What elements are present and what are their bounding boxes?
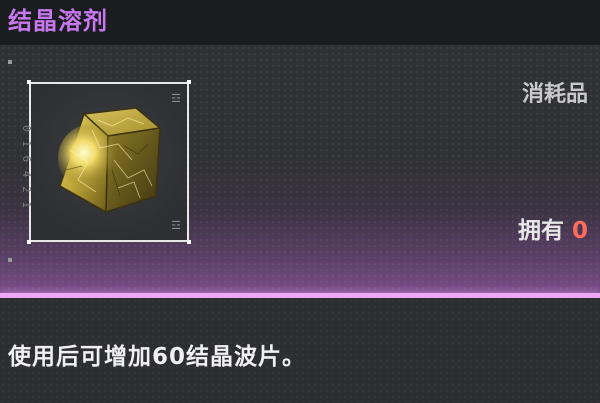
owned-count-value: 0 xyxy=(571,218,588,244)
title-bar: 结晶溶剂 xyxy=(0,0,600,45)
owned-count: 拥有 0 xyxy=(518,215,588,247)
frame-corner xyxy=(27,80,31,84)
frame-serial-code: 0 1 6 4 2 1 xyxy=(20,125,33,209)
item-title: 结晶溶剂 xyxy=(8,7,108,35)
frame-corner xyxy=(27,240,31,244)
frame-side-mark xyxy=(8,258,12,262)
frame-corner xyxy=(187,240,191,244)
crystal-cube-icon xyxy=(58,107,162,214)
frame-side-mark xyxy=(8,60,12,64)
item-description: 使用后可增加60结晶波片。 xyxy=(8,344,307,370)
item-category: 消耗品 xyxy=(521,82,588,107)
owned-label: 拥有 xyxy=(517,218,564,244)
frame-corner xyxy=(187,80,191,84)
item-detail-panel: 结晶溶剂 ☲ ☲ 0 1 6 4 2 1 消耗品 拥有 0 使用后可增加60结晶… xyxy=(0,0,600,403)
